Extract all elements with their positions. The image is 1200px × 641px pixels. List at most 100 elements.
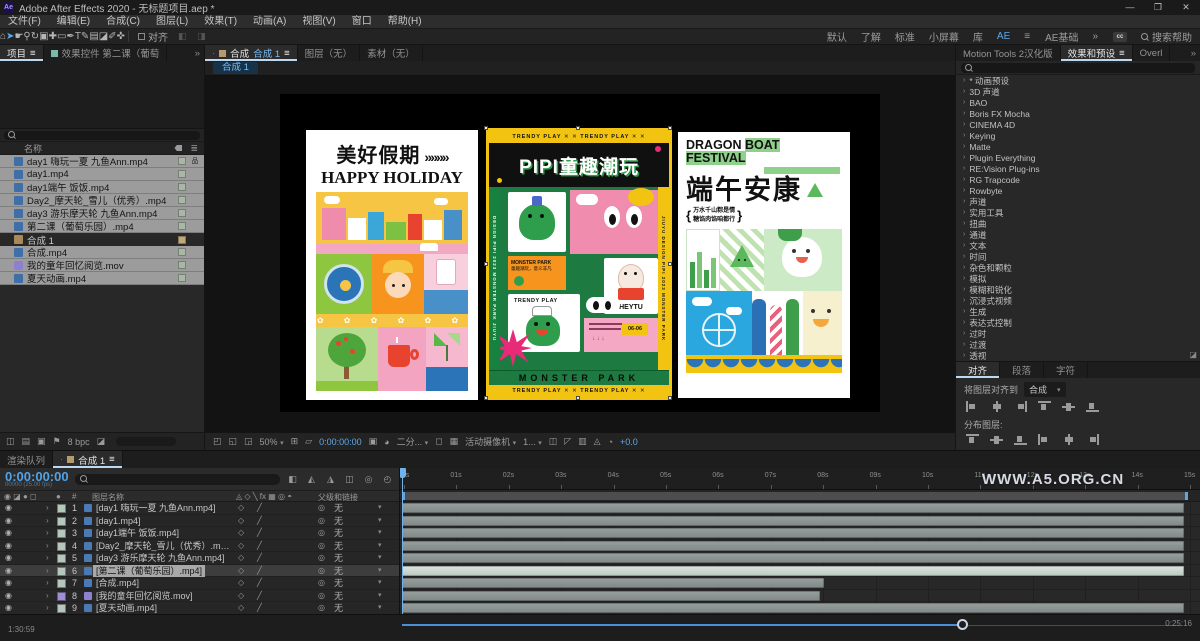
parent-pickwhip-icon[interactable]: ◎ xyxy=(318,590,325,602)
effects-category[interactable]: › 实用工具 xyxy=(956,207,1200,218)
panel-resize-icon[interactable]: ◪ xyxy=(1189,350,1197,359)
tab-align-段落[interactable]: 段落 xyxy=(1000,362,1045,378)
layer-label-chip[interactable] xyxy=(57,579,66,588)
effects-category[interactable]: › * 动画预设 xyxy=(956,75,1200,86)
show-channel-icon[interactable]: ◕ xyxy=(384,437,389,447)
expand-chevron-icon[interactable]: › xyxy=(963,176,965,183)
layer-fx-switch[interactable]: ╱ xyxy=(257,502,262,514)
label-color-chip[interactable] xyxy=(178,157,186,165)
region-of-interest-icon[interactable]: ◻ xyxy=(435,436,442,447)
exposure-value[interactable]: +0.0 xyxy=(620,437,638,447)
workspace-ae-badge[interactable]: AE xyxy=(997,31,1010,42)
layer-duration-bar[interactable] xyxy=(402,590,820,601)
effects-category[interactable]: › 过渡 xyxy=(956,339,1200,350)
poster-pipi-trendy-play[interactable]: TRENDY PLAY ✕ ✕ TRENDY PLAY ✕ ✕ PIPI童趣潮玩… xyxy=(486,128,672,400)
layer-name[interactable]: [day1.mp4] xyxy=(96,515,141,527)
label-color-chip[interactable] xyxy=(178,261,186,269)
expand-chevron-icon[interactable]: › xyxy=(963,88,965,95)
selection-handle[interactable] xyxy=(484,396,488,400)
eraser-tool-icon[interactable]: ◪ xyxy=(99,31,108,42)
expand-chevron-icon[interactable]: › xyxy=(963,330,965,337)
expand-chevron-icon[interactable]: › xyxy=(963,99,965,106)
effects-category[interactable]: › 时间 xyxy=(956,251,1200,262)
layer-name[interactable]: [Day2_摩天轮_雪儿（优秀）.mp4] xyxy=(96,540,232,552)
label-color-chip[interactable] xyxy=(178,274,186,282)
layer-expand-icon[interactable]: › xyxy=(46,515,49,527)
layer-duration-bar[interactable] xyxy=(402,578,824,588)
parent-pickwhip-icon[interactable]: ◎ xyxy=(318,577,325,589)
tab-render-queue[interactable]: 渲染队列 xyxy=(0,451,54,468)
delete-icon[interactable]: ◪ xyxy=(97,436,106,447)
layer-fx-switch[interactable]: ╱ xyxy=(257,590,262,602)
expand-chevron-icon[interactable]: › xyxy=(963,187,965,194)
expand-chevron-icon[interactable]: › xyxy=(963,220,965,227)
layer-fx-switch[interactable]: ╱ xyxy=(257,527,262,539)
pan-behind-tool-icon[interactable]: ✚ xyxy=(49,31,57,42)
effects-category[interactable]: › 模拟 xyxy=(956,273,1200,284)
layer-quality-switch[interactable]: ◇ xyxy=(238,602,244,614)
effects-category[interactable]: › 声道 xyxy=(956,196,1200,207)
layer-fx-switch[interactable]: ╱ xyxy=(257,577,262,589)
parent-dropdown[interactable]: 无 xyxy=(334,502,343,514)
layer-quality-switch[interactable]: ◇ xyxy=(238,590,244,602)
effects-category[interactable]: › BAO xyxy=(956,97,1200,108)
timeline-layer-row[interactable]: ◉ › 5 [day3 游乐摩天轮 九鱼Ann.mp4] ◇ ╱ ◎ 无 ▾ xyxy=(0,552,399,565)
parent-pickwhip-icon[interactable]: ◎ xyxy=(318,540,325,552)
view-layout-dropdown[interactable]: 1... ▾ xyxy=(523,437,542,447)
selection-handle[interactable] xyxy=(668,396,672,400)
selection-handle[interactable] xyxy=(576,126,580,130)
workspace-了解[interactable]: 了解 xyxy=(861,29,881,44)
track-row[interactable] xyxy=(400,565,1200,577)
expand-chevron-icon[interactable]: › xyxy=(963,231,965,238)
help-search[interactable]: 搜索帮助 xyxy=(1141,29,1192,44)
project-search-input[interactable] xyxy=(4,130,200,140)
tab-composition[interactable]: · 合成 合成 1 ≡ xyxy=(205,45,298,61)
expand-chevron-icon[interactable]: › xyxy=(963,275,965,282)
parent-pickwhip-icon[interactable]: ◎ xyxy=(318,527,325,539)
tab-overlay[interactable]: Overl xyxy=(1133,45,1171,61)
menu-帮助[interactable]: 帮助(H) xyxy=(380,15,430,29)
expand-chevron-icon[interactable]: › xyxy=(963,308,965,315)
camera-dropdown[interactable]: 活动摄像机 ▾ xyxy=(465,435,516,448)
effects-category[interactable]: › 通道 xyxy=(956,229,1200,240)
expand-chevron-icon[interactable]: › xyxy=(963,297,965,304)
parent-dropdown-caret[interactable]: ▾ xyxy=(378,515,382,527)
expand-chevron-icon[interactable]: › xyxy=(963,77,965,84)
layer-duration-bar[interactable] xyxy=(402,515,1184,526)
layer-duration-bar[interactable] xyxy=(402,528,1184,538)
comment-column-icon[interactable]: ≣ xyxy=(190,143,198,154)
effects-category[interactable]: › 生成 xyxy=(956,306,1200,317)
parent-dropdown-caret[interactable]: ▾ xyxy=(378,590,382,602)
label-color-chip[interactable] xyxy=(178,196,186,204)
effects-category[interactable]: › CINEMA 4D xyxy=(956,119,1200,130)
tab-effect-controls[interactable]: 效果控件 第二课（葡萄 xyxy=(44,45,168,61)
layer-name[interactable]: [夏天动画.mp4] xyxy=(96,602,157,614)
project-item[interactable]: 夏天动画.mp4 xyxy=(0,272,204,285)
effects-category[interactable]: › Plugin Everything xyxy=(956,152,1200,163)
layer-visibility-icon[interactable]: ◉ xyxy=(5,590,12,602)
layer-fx-switch[interactable]: ╱ xyxy=(257,602,262,614)
align-top-icon[interactable] xyxy=(1038,401,1051,412)
effects-category[interactable]: › Matte xyxy=(956,141,1200,152)
layer-expand-icon[interactable]: › xyxy=(46,590,49,602)
tab-footage[interactable]: 素材（无） xyxy=(360,45,423,61)
layer-quality-switch[interactable]: ◇ xyxy=(238,565,244,577)
layer-label-chip[interactable] xyxy=(57,504,66,513)
effects-search-input[interactable] xyxy=(961,62,1195,73)
workspace-overflow-icon[interactable]: » xyxy=(1092,31,1099,42)
parent-pickwhip-icon[interactable]: ◎ xyxy=(318,602,325,614)
layer-visibility-icon[interactable]: ◉ xyxy=(5,515,12,527)
tab-timeline-comp[interactable]: · 合成 1 ≡ xyxy=(53,451,123,468)
track-row[interactable] xyxy=(400,515,1200,527)
layer-duration-bar[interactable] xyxy=(402,553,1184,563)
layer-expand-icon[interactable]: › xyxy=(46,565,49,577)
timeline-layer-row[interactable]: ◉ › 4 [Day2_摩天轮_雪儿（优秀）.mp4] ◇ ╱ ◎ 无 ▾ xyxy=(0,539,399,552)
timeline-layer-row[interactable]: ◉ › 6 [第二课（葡萄乐园）.mp4] ◇ ╱ ◎ 无 ▾ xyxy=(0,564,399,577)
playhead-handle[interactable] xyxy=(400,468,406,478)
distribute-top-icon[interactable] xyxy=(966,434,979,445)
graph-editor-icon[interactable]: ◴ xyxy=(381,474,394,485)
resolution-dropdown[interactable]: 二分... ▾ xyxy=(397,435,429,448)
selection-handle[interactable] xyxy=(668,126,672,130)
layer-visibility-icon[interactable]: ◉ xyxy=(5,577,12,589)
menu-合成[interactable]: 合成(C) xyxy=(98,15,148,29)
